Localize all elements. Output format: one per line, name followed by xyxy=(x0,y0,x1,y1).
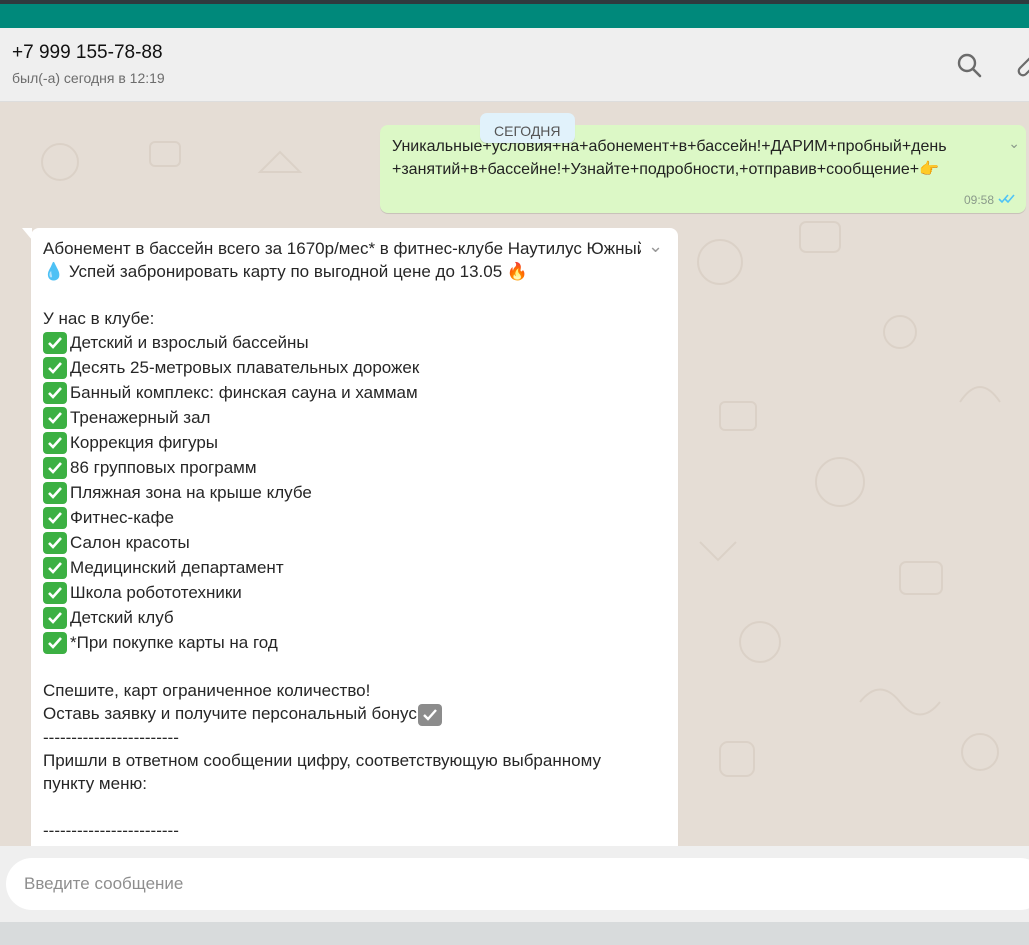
check-mark-icon xyxy=(43,381,67,404)
double-check-icon xyxy=(998,193,1016,207)
message-input[interactable]: Введите сообщение xyxy=(6,858,1029,910)
check-mark-icon xyxy=(43,331,67,354)
feature-item: Фитнес-кафе xyxy=(43,505,666,530)
check-mark-icon xyxy=(43,431,67,454)
check-mark-icon xyxy=(43,356,67,379)
feature-label: *При покупке карты на год xyxy=(70,632,278,652)
feature-label: Коррекция фигуры xyxy=(70,432,218,452)
feature-item: *При покупке карты на год xyxy=(43,630,666,655)
check-mark-icon xyxy=(43,456,67,479)
message-line: пункту меню: xyxy=(43,773,147,793)
bonus-text: Оставь заявку и получите персональный бо… xyxy=(43,704,417,723)
message-line: Спешите, карт ограниченное количество! xyxy=(43,681,371,700)
feature-item: Коррекция фигуры xyxy=(43,430,666,455)
message-time: 09:58 xyxy=(963,193,994,207)
feature-label: Школа робототехники xyxy=(70,582,242,602)
chevron-down-icon[interactable]: ⌄ xyxy=(648,236,663,257)
divider-line: ------------------------ xyxy=(43,727,179,747)
outgoing-message[interactable]: Уникальные+условия+на+абонемент+в+бассей… xyxy=(380,125,1026,213)
incoming-message[interactable]: Абонемент в бассейн всего за 1670р/мес* … xyxy=(31,228,678,846)
app-top-band xyxy=(0,0,1029,28)
composer-bar: Введите сообщение xyxy=(0,846,1029,922)
feature-item: Детский клуб xyxy=(43,605,666,630)
feature-item: Школа робототехники xyxy=(43,580,666,605)
club-heading: У нас в клубе: xyxy=(43,309,155,328)
feature-item: Медицинский департамент xyxy=(43,555,666,580)
chevron-down-icon[interactable]: ⌄ xyxy=(1008,135,1020,152)
check-mark-icon xyxy=(43,531,67,554)
feature-label: Салон красоты xyxy=(70,532,190,552)
message-line: 💧 Успей забронировать карту по выгодной … xyxy=(43,262,529,281)
contact-last-seen: был(-а) сегодня в 12:19 xyxy=(12,70,165,86)
chat-header[interactable]: +7 999 155-78-88 был(-а) сегодня в 12:19 xyxy=(0,28,1029,102)
feature-label: Детский и взрослый бассейны xyxy=(70,332,309,352)
feature-item: Пляжная зона на крыше клубе xyxy=(43,480,666,505)
feature-item: Десять 25-метровых плавательных дорожек xyxy=(43,355,666,380)
check-mark-icon xyxy=(43,481,67,504)
check-mark-icon xyxy=(43,631,67,654)
feature-label: Тренажерный зал xyxy=(70,407,211,427)
check-mark-icon xyxy=(43,406,67,429)
message-line: Пришли в ответном сообщении цифру, соотв… xyxy=(43,750,601,770)
feature-label: Медицинский департамент xyxy=(70,557,284,577)
chat-area[interactable]: СЕГОДНЯ Уникальные+условия+на+абонемент+… xyxy=(0,102,1029,846)
feature-item: Тренажерный зал xyxy=(43,405,666,430)
feature-label: Банный комплекс: финская сауна и хаммам xyxy=(70,382,418,402)
check-mark-icon xyxy=(43,581,67,604)
paperclip-icon[interactable] xyxy=(1012,52,1029,82)
message-line: Абонемент в бассейн всего за 1670р/мес* … xyxy=(43,239,641,258)
check-mark-icon xyxy=(43,556,67,579)
feature-item: Детский и взрослый бассейны xyxy=(43,330,666,355)
feature-item: Салон красоты xyxy=(43,530,666,555)
check-mark-icon xyxy=(43,606,67,629)
feature-list: Детский и взрослый бассейны Десять 25-мет… xyxy=(43,330,666,655)
checkbox-icon xyxy=(417,703,442,726)
contact-name[interactable]: +7 999 155-78-88 xyxy=(12,42,163,64)
bottom-bar xyxy=(0,922,1029,945)
search-icon[interactable] xyxy=(954,50,986,82)
date-divider-chip: СЕГОДНЯ xyxy=(480,113,575,143)
outgoing-message-line-2: +занятий+в+бассейне!+Узнайте+подробности… xyxy=(392,161,940,178)
outgoing-message-meta: 09:58 xyxy=(964,193,1016,207)
feature-label: Десять 25-метровых плавательных дорожек xyxy=(70,357,420,377)
feature-label: Пляжная зона на крыше клубе xyxy=(70,482,312,502)
feature-label: Детский клуб xyxy=(70,607,174,627)
feature-item: 86 групповых программ xyxy=(43,455,666,480)
feature-label: 86 групповых программ xyxy=(70,457,257,477)
message-line: Оставь заявку и получите персональный бо… xyxy=(43,702,666,726)
feature-label: Фитнес-кафе xyxy=(70,507,174,527)
check-mark-icon xyxy=(43,506,67,529)
divider-line: ------------------------ xyxy=(43,820,179,840)
feature-item: Банный комплекс: финская сауна и хаммам xyxy=(43,380,666,405)
